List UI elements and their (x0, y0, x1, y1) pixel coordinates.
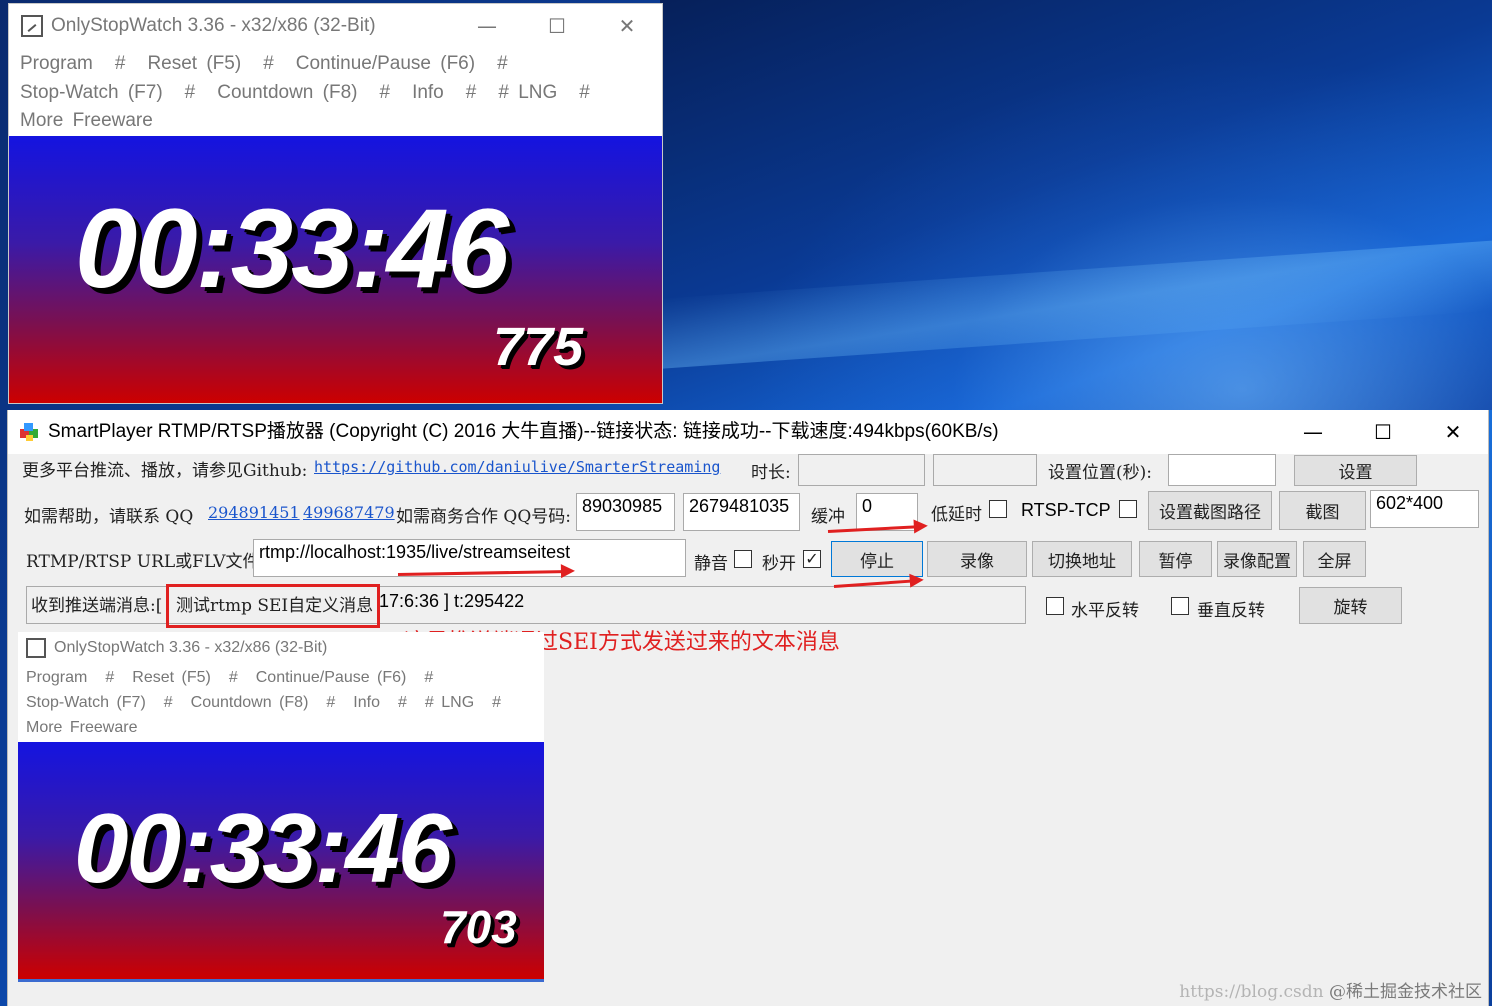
menu-program: Program (26, 669, 88, 686)
rtsp-tcp-label: RTSP-TCP (1021, 500, 1111, 520)
qq-link-1[interactable]: 294891451 (208, 503, 300, 522)
menu-continue-pause[interactable]: Continue/Pause (F6) (296, 53, 475, 74)
embedded-stopwatch-display: 00:33:46 703 (18, 742, 544, 982)
smartplayer-app-icon (20, 423, 38, 441)
qq-link-2[interactable]: 499687479 (303, 503, 395, 522)
menu-info: Info (353, 694, 380, 711)
menu-separator: # (492, 694, 502, 711)
vertical-flip-checkbox[interactable] (1171, 597, 1189, 615)
menu-stopwatch: Stop-Watch (F7) (26, 694, 146, 711)
fast-open-checkbox[interactable]: ✓ (803, 550, 821, 568)
stopwatch-time: 00:33:46 (75, 186, 509, 311)
duration-field-1[interactable] (798, 454, 925, 486)
embedded-stopwatch-time: 00:33:46 (74, 793, 452, 903)
smartplayer-title: SmartPlayer RTMP/RTSP播放器 (Copyright (C) … (48, 421, 999, 442)
low-latency-checkbox[interactable] (989, 500, 1007, 518)
menu-separator: # (379, 81, 391, 103)
watermark: https://blog.csdn @稀土掘金技术社区 (1179, 982, 1482, 1002)
embedded-stopwatch-title: OnlyStopWatch 3.36 - x32/x86 (32-Bit) (54, 639, 328, 656)
minimize-button[interactable]: — (452, 4, 522, 48)
menu-separator: # (114, 53, 126, 74)
rtsp-tcp-checkbox[interactable] (1119, 500, 1137, 518)
duration-field-2[interactable] (933, 454, 1037, 486)
menu-lng[interactable]: # LNG (498, 82, 557, 103)
rotate-button[interactable]: 旋转 (1299, 587, 1402, 624)
sei-highlight-box (166, 584, 380, 628)
fast-open-label: 秒开 (762, 554, 796, 574)
stopwatch-app-icon (21, 15, 43, 37)
menu-separator: # (105, 669, 115, 686)
menu-more-freeware[interactable]: More Freeware (20, 110, 153, 131)
embedded-stopwatch-milliseconds: 703 (440, 901, 517, 953)
horizontal-flip-checkbox[interactable] (1046, 597, 1064, 615)
received-message-label: 收到推送端消息:[ (31, 596, 163, 616)
minimize-button[interactable]: — (1278, 410, 1348, 454)
maximize-button[interactable]: ☐ (1348, 410, 1418, 454)
menu-separator: # (497, 53, 508, 74)
stopwatch-display: 00:33:46 775 (9, 136, 662, 403)
menu-reset[interactable]: Reset (F5) (147, 53, 241, 74)
business-qq-field-2[interactable]: 2679481035 (683, 493, 800, 531)
mute-checkbox[interactable] (734, 550, 752, 568)
smartplayer-window[interactable]: SmartPlayer RTMP/RTSP播放器 (Copyright (C) … (7, 410, 1489, 1006)
menu-separator: # (228, 669, 238, 686)
menu-more-freeware: More Freeware (26, 719, 138, 736)
stopwatch-menu: Program # Reset (F5) # Continue/Pause (F6) # … (20, 50, 620, 136)
close-button[interactable]: ✕ (592, 4, 662, 48)
menu-separator: # (184, 81, 196, 103)
close-button[interactable]: ✕ (1418, 410, 1488, 454)
url-label: RTMP/RTSP URL或FLV文件: (26, 552, 266, 572)
maximize-button[interactable]: ☐ (522, 4, 592, 48)
set-position-input[interactable] (1168, 454, 1276, 486)
embedded-stopwatch-menu: Program # Reset (F5) # Continue/Pause (F6) # … (26, 665, 546, 740)
record-config-button[interactable]: 录像配置 (1217, 541, 1297, 577)
business-qq-field-1[interactable]: 89030985 (576, 493, 675, 531)
stop-button[interactable]: 停止 (831, 541, 923, 577)
stopwatch-titlebar[interactable]: OnlyStopWatch 3.36 - x32/x86 (32-Bit) — … (9, 4, 662, 48)
pause-button[interactable]: 暂停 (1139, 541, 1212, 577)
menu-separator: # (163, 694, 173, 711)
buffer-label: 缓冲 (811, 507, 845, 527)
menu-separator: # (424, 669, 434, 686)
duration-label: 时长: (751, 463, 791, 483)
menu-continue-pause: Continue/Pause (F6) (255, 669, 407, 686)
resolution-field[interactable]: 602*400 (1370, 490, 1479, 528)
menu-separator: # (326, 694, 336, 711)
business-contact-label: 如需商务合作 QQ号码: (396, 507, 572, 527)
menu-info[interactable]: Info (412, 82, 444, 103)
switch-url-button[interactable]: 切换地址 (1032, 541, 1132, 577)
set-position-button[interactable]: 设置 (1294, 455, 1417, 486)
stopwatch-window[interactable]: OnlyStopWatch 3.36 - x32/x86 (32-Bit) — … (8, 3, 663, 404)
smartplayer-titlebar[interactable]: SmartPlayer RTMP/RTSP播放器 (Copyright (C) … (8, 410, 1488, 454)
help-contact-label: 如需帮助，请联系 QQ (24, 507, 194, 527)
menu-lng: # LNG (424, 694, 475, 711)
menu-separator: # (465, 81, 477, 103)
stopwatch-milliseconds: 775 (493, 317, 584, 377)
stopwatch-title: OnlyStopWatch 3.36 - x32/x86 (32-Bit) (51, 15, 376, 36)
menu-separator: # (579, 81, 590, 103)
menu-separator: # (263, 53, 274, 74)
menu-countdown: Countdown (F8) (190, 694, 309, 711)
sei-timestamp: 17:6:36 ] t:295422 (379, 591, 525, 611)
menu-stopwatch[interactable]: Stop-Watch (F7) (20, 82, 163, 103)
video-playback-area[interactable]: OnlyStopWatch 3.36 - x32/x86 (32-Bit) Pr… (18, 632, 544, 982)
horizontal-flip-label: 水平反转 (1071, 601, 1139, 621)
menu-separator: # (397, 694, 407, 711)
menu-program[interactable]: Program (20, 53, 93, 74)
set-position-label: 设置位置(秒): (1048, 463, 1152, 483)
fullscreen-button[interactable]: 全屏 (1303, 541, 1366, 577)
github-link[interactable]: https://github.com/daniulive/SmarterStre… (314, 458, 720, 476)
stopwatch-app-icon (26, 638, 46, 658)
snapshot-button[interactable]: 截图 (1279, 491, 1366, 530)
more-platforms-label: 更多平台推流、播放，请参见Github: (22, 461, 308, 481)
vertical-flip-label: 垂直反转 (1197, 601, 1265, 621)
mute-label: 静音 (694, 554, 728, 574)
menu-reset: Reset (F5) (132, 669, 211, 686)
set-snapshot-path-button[interactable]: 设置截图路径 (1148, 491, 1272, 530)
menu-countdown[interactable]: Countdown (F8) (217, 82, 357, 103)
low-latency-label: 低延时 (931, 505, 982, 525)
record-button[interactable]: 录像 (927, 541, 1027, 577)
